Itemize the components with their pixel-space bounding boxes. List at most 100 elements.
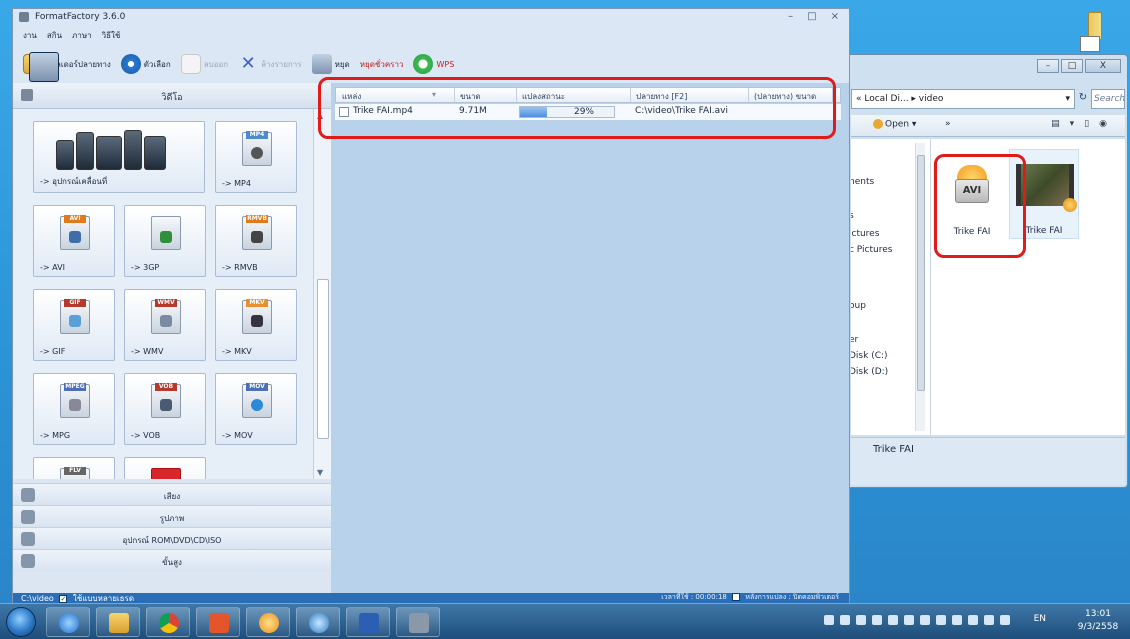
nav-item[interactable]: oup: [851, 301, 866, 311]
scroll-thumb[interactable]: [917, 155, 925, 391]
tile-label: -> RMVB: [222, 263, 258, 272]
open-icon: [873, 119, 883, 129]
menu-task[interactable]: งาน: [23, 29, 37, 42]
wps-button[interactable]: WPS: [413, 54, 454, 74]
tray-icon[interactable]: [824, 615, 834, 625]
taskbar-ie[interactable]: [46, 607, 90, 637]
flag-icon[interactable]: [968, 615, 978, 625]
app-icon: [309, 613, 329, 633]
taskbar-app[interactable]: [296, 607, 340, 637]
tray-icon[interactable]: [856, 615, 866, 625]
close-button[interactable]: ×: [831, 11, 839, 22]
maximize-button[interactable]: □: [807, 11, 816, 22]
tray-icon[interactable]: [952, 615, 962, 625]
tile-mkv[interactable]: MKV -> MKV: [215, 289, 297, 361]
menu-skin[interactable]: สกิน: [47, 29, 62, 42]
taskbar-chrome[interactable]: [146, 607, 190, 637]
search-input[interactable]: Search video: [1091, 89, 1125, 109]
network-icon[interactable]: [984, 615, 994, 625]
scroll-down-icon[interactable]: ▼: [317, 468, 323, 477]
mp4-file-icon: MP4: [242, 131, 272, 166]
nav-item[interactable]: ictures: [851, 229, 879, 239]
taskbar-office[interactable]: [196, 607, 240, 637]
tray-icon[interactable]: [872, 615, 882, 625]
taskbar-word[interactable]: [346, 607, 390, 637]
address-bar[interactable]: « Local Di... ▸ video ▾: [851, 89, 1075, 109]
clock-time: 13:01: [1085, 609, 1111, 619]
format-grid-scrollbar[interactable]: ▲ ▼: [313, 109, 331, 479]
tile-rmvb[interactable]: RMVB -> RMVB: [215, 205, 297, 277]
desktop-folder-icon[interactable]: [1076, 12, 1116, 54]
window-title: FormatFactory 3.6.0: [35, 12, 126, 22]
category-advanced[interactable]: ขั้นสูง: [13, 549, 331, 571]
clock-date: 9/3/2558: [1077, 622, 1119, 632]
tile-mov[interactable]: MOV -> MOV: [215, 373, 297, 445]
wps-label: WPS: [436, 59, 455, 69]
category-audio[interactable]: เสียง: [13, 483, 331, 505]
tile-mp4[interactable]: MP4 -> MP4: [215, 121, 297, 193]
tile-avi[interactable]: AVI -> AVI: [33, 205, 115, 277]
menu-language[interactable]: ภาษา: [72, 29, 92, 42]
start-button[interactable]: [6, 607, 36, 637]
scroll-thumb[interactable]: [317, 279, 329, 439]
tile-wmv[interactable]: WMV -> WMV: [124, 289, 206, 361]
tile-flv[interactable]: FLV: [33, 457, 115, 479]
tray-icon[interactable]: [904, 615, 914, 625]
after-convert-checkbox[interactable]: [732, 593, 741, 601]
category-rom-dvd[interactable]: อุปกรณ์ ROM\DVD\CD\ISO: [13, 527, 331, 549]
menu-help[interactable]: วิธีใช้: [102, 29, 121, 42]
pause-button[interactable]: หยุดชั่วคราว: [29, 52, 403, 82]
close-button[interactable]: X: [1085, 59, 1121, 73]
remove-button[interactable]: ลบออก: [180, 54, 229, 74]
tile-mobile-device[interactable]: -> อุปกรณ์เคลื่อนที่: [33, 121, 205, 193]
view-options-icon[interactable]: ▤▾▯◉: [1051, 119, 1117, 129]
nav-item[interactable]: s: [851, 211, 854, 221]
stop-button[interactable]: หยุด: [311, 54, 350, 74]
open-label: Open ▾: [885, 119, 917, 130]
chevron-down-icon[interactable]: ▾: [1065, 90, 1070, 108]
minimize-button[interactable]: –: [788, 11, 793, 22]
taskbar-kmplayer[interactable]: [246, 607, 290, 637]
remove-label: ลบออก: [203, 59, 229, 69]
category-image[interactable]: รูปภาพ: [13, 505, 331, 527]
tile-swf[interactable]: [124, 457, 206, 479]
tile-3gp[interactable]: -> 3GP: [124, 205, 206, 277]
nav-item[interactable]: c Pictures: [851, 245, 892, 255]
tile-mpg[interactable]: MPEG -> MPG: [33, 373, 115, 445]
video-category-header[interactable]: วิดีโอ: [13, 83, 331, 109]
pause-icon: [29, 52, 59, 82]
multithread-checkbox[interactable]: ✓: [59, 594, 68, 603]
nav-item[interactable]: er: [851, 335, 858, 345]
nav-item[interactable]: nents: [851, 177, 874, 187]
nav-item-disk-c[interactable]: Disk (C:): [851, 351, 888, 361]
nav-scrollbar[interactable]: [915, 143, 925, 431]
nav-item-disk-d[interactable]: Disk (D:): [851, 367, 888, 377]
clear-list-button[interactable]: ✕ ล้างรายการ: [238, 54, 302, 74]
clear-list-label: ล้างรายการ: [261, 59, 302, 69]
mpg-file-icon: MPEG: [60, 383, 90, 418]
ie-icon: [59, 613, 79, 633]
language-indicator[interactable]: EN: [1034, 614, 1046, 624]
tray-icon[interactable]: [920, 615, 930, 625]
tile-label: -> GIF: [40, 347, 66, 356]
clock[interactable]: 13:01 9/3/2558: [1074, 608, 1122, 634]
open-button[interactable]: Open ▾: [873, 119, 916, 130]
wmv-file-icon: WMV: [151, 299, 181, 334]
options-icon: [120, 54, 141, 74]
refresh-icon[interactable]: ↻: [1077, 89, 1089, 109]
minimize-button[interactable]: –: [1037, 59, 1059, 73]
elapsed-time: เวลาที่ใช้ : 00:00:18: [661, 593, 727, 601]
volume-icon[interactable]: [1000, 615, 1010, 625]
mobile-devices-icon: [56, 128, 176, 170]
maximize-button[interactable]: □: [1061, 59, 1083, 73]
more-button[interactable]: »: [945, 119, 951, 129]
taskbar-formatfactory[interactable]: [396, 607, 440, 637]
taskbar-explorer[interactable]: [96, 607, 140, 637]
tray-icon[interactable]: [888, 615, 898, 625]
tile-gif[interactable]: GIF -> GIF: [33, 289, 115, 361]
folder-path[interactable]: C:\video: [21, 594, 54, 603]
tray-icon[interactable]: [936, 615, 946, 625]
options-button[interactable]: ตัวเลือก: [120, 54, 171, 74]
tray-icon[interactable]: [840, 615, 850, 625]
tile-vob[interactable]: VOB -> VOB: [124, 373, 206, 445]
